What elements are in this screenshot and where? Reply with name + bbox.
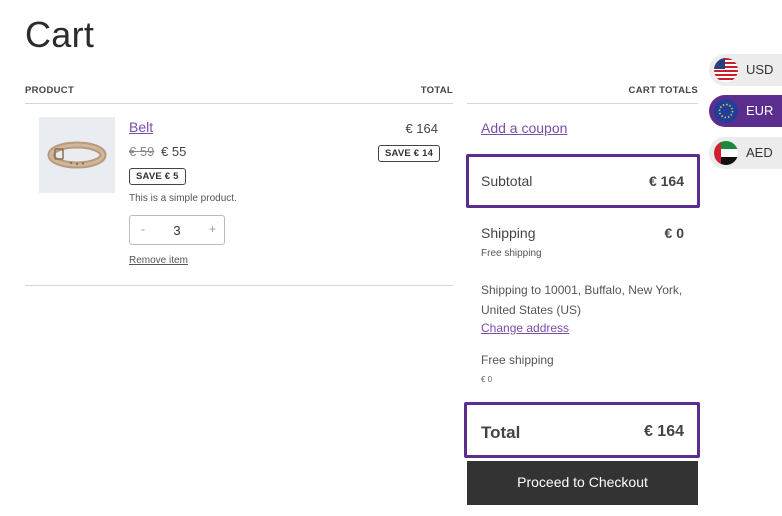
shipping-method: Free shipping	[481, 248, 542, 259]
column-header-total: TOTAL	[420, 85, 453, 96]
currency-code-aed: AED	[746, 145, 773, 160]
free-shipping-option[interactable]: Free shipping	[481, 353, 554, 367]
product-name-link[interactable]: Belt	[129, 119, 153, 135]
cart-totals-heading: CART TOTALS	[467, 84, 698, 104]
cart-divider	[25, 285, 453, 286]
product-description: This is a simple product.	[129, 193, 237, 204]
currency-option-eur[interactable]: EUR	[709, 95, 782, 127]
shipping-label: Shipping	[481, 225, 536, 241]
us-flag-icon	[714, 58, 738, 82]
original-price: € 59	[129, 144, 155, 159]
sale-price: € 55	[161, 144, 187, 159]
remove-item-link[interactable]: Remove item	[129, 255, 188, 266]
column-header-product: PRODUCT	[25, 85, 75, 96]
proceed-to-checkout-button[interactable]: Proceed to Checkout	[467, 461, 698, 505]
shipping-destination: Shipping to 10001, Buffalo, New York, Un…	[481, 283, 683, 317]
total-label: Total	[481, 423, 521, 442]
eu-flag-icon	[714, 99, 738, 123]
add-coupon-link[interactable]: Add a coupon	[481, 120, 567, 136]
page-title: Cart	[25, 14, 95, 55]
uae-flag-icon	[714, 141, 738, 165]
cart-table-header: PRODUCT TOTAL	[25, 84, 453, 104]
total-value: € 164	[643, 423, 684, 440]
currency-code-eur: EUR	[746, 103, 774, 118]
line-total: € 164	[405, 121, 438, 136]
currency-code-usd: USD	[746, 62, 774, 77]
shipping-value: € 0	[664, 225, 684, 241]
belt-icon	[47, 141, 107, 169]
currency-option-aed[interactable]: AED	[709, 137, 782, 169]
product-image[interactable]	[39, 117, 115, 193]
item-save-badge: SAVE € 5	[129, 168, 186, 185]
currency-option-usd[interactable]: USD	[709, 54, 782, 86]
free-shipping-price: € 0	[481, 375, 493, 384]
increase-quantity-button[interactable]: +	[209, 222, 216, 236]
subtotal-value: € 164	[648, 173, 684, 189]
line-save-badge: SAVE € 14	[378, 145, 441, 162]
change-address-link[interactable]: Change address	[481, 321, 569, 335]
subtotal-label: Subtotal	[481, 173, 533, 189]
quantity-stepper[interactable]: - 3 +	[129, 215, 225, 245]
